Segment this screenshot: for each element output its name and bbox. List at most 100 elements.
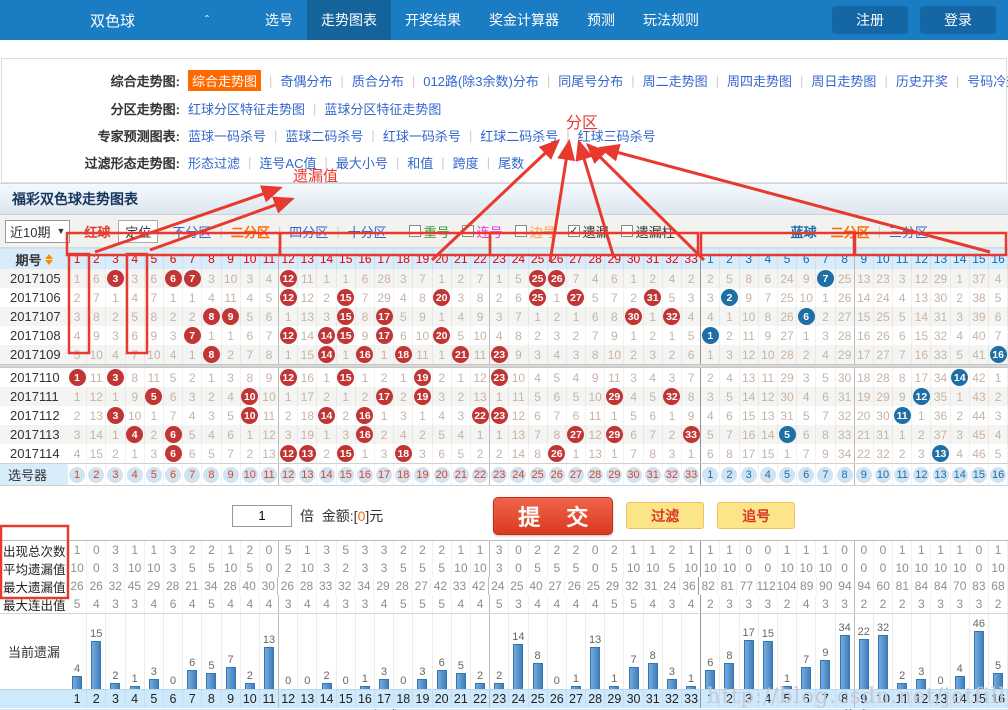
period-select[interactable]: 近10期 ▼ bbox=[5, 220, 70, 243]
checkbox-box[interactable]: ✓ bbox=[568, 225, 580, 237]
link-item[interactable]: 蓝球分区特征走势图 bbox=[324, 99, 441, 118]
blue-pick-button[interactable]: 6 bbox=[798, 467, 814, 483]
red-pick-button[interactable]: 2 bbox=[88, 467, 104, 483]
link-item[interactable]: 012路(除3余数)分布 bbox=[423, 71, 539, 90]
checkbox-box[interactable] bbox=[462, 225, 474, 237]
submit-button[interactable]: 提 交 bbox=[493, 497, 613, 535]
red-pick-button[interactable]: 13 bbox=[299, 467, 315, 483]
blue-zone-option[interactable]: 二分区 bbox=[831, 222, 870, 241]
link-item[interactable]: 周四走势图 bbox=[727, 71, 792, 90]
red-pick-button[interactable]: 22 bbox=[472, 467, 488, 483]
red-zone-option[interactable]: 不分区 bbox=[172, 222, 211, 241]
link-item[interactable]: 号码冷热 bbox=[967, 71, 1008, 90]
link-item[interactable]: 历史开奖 bbox=[896, 71, 948, 90]
link-item[interactable]: 红球分区特征走势图 bbox=[188, 99, 305, 118]
link-item[interactable]: 同尾号分布 bbox=[558, 71, 623, 90]
link-item[interactable]: 蓝球二码杀号 bbox=[285, 126, 363, 145]
red-pick-button[interactable]: 7 bbox=[184, 467, 200, 483]
red-pick-button[interactable]: 1 bbox=[69, 467, 85, 483]
checkbox-遗漏[interactable]: ✓遗漏 bbox=[568, 222, 609, 241]
nav-item-选号[interactable]: 选号 bbox=[251, 0, 307, 40]
red-pick-button[interactable]: 32 bbox=[664, 467, 680, 483]
red-pick-button[interactable]: 3 bbox=[107, 467, 123, 483]
nav-item-奖金计算器[interactable]: 奖金计算器 bbox=[475, 0, 573, 40]
blue-pick-button[interactable]: 16 bbox=[990, 467, 1006, 483]
filter-button[interactable]: 过滤 bbox=[626, 502, 704, 529]
link-item[interactable]: 蓝球一码杀号 bbox=[188, 126, 266, 145]
red-pick-button[interactable]: 9 bbox=[223, 467, 239, 483]
link-item[interactable]: 红球三码杀号 bbox=[578, 126, 656, 145]
red-pick-button[interactable]: 10 bbox=[242, 467, 258, 483]
blue-pick-button[interactable]: 12 bbox=[913, 467, 929, 483]
blue-pick-button[interactable]: 11 bbox=[894, 467, 910, 483]
link-item[interactable]: 和值 bbox=[407, 153, 433, 172]
link-item[interactable]: 尾数 bbox=[498, 153, 524, 172]
red-pick-button[interactable]: 19 bbox=[414, 467, 430, 483]
chevron-down-icon[interactable]: ˆ︎ bbox=[205, 13, 209, 27]
blue-pick-button[interactable]: 14 bbox=[952, 467, 968, 483]
blue-pick-button[interactable]: 7 bbox=[817, 467, 833, 483]
red-pick-button[interactable]: 25 bbox=[530, 467, 546, 483]
red-pick-button[interactable]: 31 bbox=[645, 467, 661, 483]
blue-pick-button[interactable]: 3 bbox=[741, 467, 757, 483]
red-zone-option[interactable]: 二分区 bbox=[231, 222, 270, 241]
red-pick-button[interactable]: 21 bbox=[453, 467, 469, 483]
red-pick-button[interactable]: 28 bbox=[587, 467, 603, 483]
nav-item-玩法规则[interactable]: 玩法规则 bbox=[629, 0, 713, 40]
nav-item-开奖结果[interactable]: 开奖结果 bbox=[391, 0, 475, 40]
period-header-cell[interactable]: 期号 bbox=[0, 249, 68, 269]
link-item[interactable]: 奇偶分布 bbox=[280, 71, 332, 90]
login-button[interactable]: 登录 bbox=[920, 6, 996, 34]
blue-pick-button[interactable]: 10 bbox=[875, 467, 891, 483]
blue-pick-button[interactable]: 9 bbox=[856, 467, 872, 483]
blue-zone-option[interactable]: 三分区 bbox=[889, 222, 928, 241]
red-pick-button[interactable]: 4 bbox=[127, 467, 143, 483]
red-pick-button[interactable]: 11 bbox=[261, 467, 277, 483]
checkbox-遗漏柱[interactable]: 遗漏柱 bbox=[621, 222, 675, 241]
link-item[interactable]: 形态过滤 bbox=[188, 153, 240, 172]
red-pick-button[interactable]: 6 bbox=[165, 467, 181, 483]
link-item[interactable]: 最大小号 bbox=[336, 153, 388, 172]
link-item[interactable]: 红球一码杀号 bbox=[383, 126, 461, 145]
blue-pick-button[interactable]: 4 bbox=[760, 467, 776, 483]
blue-pick-button[interactable]: 15 bbox=[971, 467, 987, 483]
red-pick-button[interactable]: 24 bbox=[510, 467, 526, 483]
red-pick-button[interactable]: 18 bbox=[395, 467, 411, 483]
red-pick-button[interactable]: 8 bbox=[203, 467, 219, 483]
red-pick-button[interactable]: 16 bbox=[357, 467, 373, 483]
blue-pick-button[interactable]: 1 bbox=[702, 467, 718, 483]
link-item[interactable]: 连号AC值 bbox=[259, 153, 316, 172]
blue-pick-button[interactable]: 13 bbox=[933, 467, 949, 483]
blue-pick-button[interactable]: 8 bbox=[837, 467, 853, 483]
red-pick-button[interactable]: 23 bbox=[491, 467, 507, 483]
nav-item-预测[interactable]: 预测 bbox=[573, 0, 629, 40]
sort-icon[interactable] bbox=[45, 254, 53, 265]
checkbox-连号[interactable]: 连号 bbox=[462, 222, 503, 241]
checkbox-重号[interactable]: 重号 bbox=[409, 222, 450, 241]
link-item[interactable]: 综合走势图 bbox=[188, 70, 261, 91]
red-zone-option[interactable]: 十分区 bbox=[348, 222, 387, 241]
link-item[interactable]: 质合分布 bbox=[352, 71, 404, 90]
red-pick-button[interactable]: 29 bbox=[606, 467, 622, 483]
blue-pick-button[interactable]: 5 bbox=[779, 467, 795, 483]
red-pick-button[interactable]: 26 bbox=[549, 467, 565, 483]
checkbox-边号[interactable]: 边号 bbox=[515, 222, 556, 241]
register-button[interactable]: 注册 bbox=[832, 6, 908, 34]
chase-button[interactable]: 追号 bbox=[717, 502, 795, 529]
red-pick-button[interactable]: 14 bbox=[319, 467, 335, 483]
red-pick-button[interactable]: 33 bbox=[683, 467, 699, 483]
red-pick-button[interactable]: 20 bbox=[434, 467, 450, 483]
checkbox-box[interactable] bbox=[515, 225, 527, 237]
multiplier-input[interactable] bbox=[232, 505, 292, 527]
checkbox-box[interactable] bbox=[409, 225, 421, 237]
red-pick-button[interactable]: 27 bbox=[568, 467, 584, 483]
blue-pick-button[interactable]: 2 bbox=[721, 467, 737, 483]
red-zone-option[interactable]: 四分区 bbox=[289, 222, 328, 241]
position-button[interactable]: 定位 bbox=[118, 220, 158, 243]
link-item[interactable]: 周二走势图 bbox=[643, 71, 708, 90]
nav-item-走势图表[interactable]: 走势图表 bbox=[307, 0, 391, 40]
link-item[interactable]: 红球二码杀号 bbox=[480, 126, 558, 145]
red-pick-button[interactable]: 12 bbox=[280, 467, 296, 483]
red-pick-button[interactable]: 30 bbox=[626, 467, 642, 483]
checkbox-box[interactable] bbox=[621, 225, 633, 237]
